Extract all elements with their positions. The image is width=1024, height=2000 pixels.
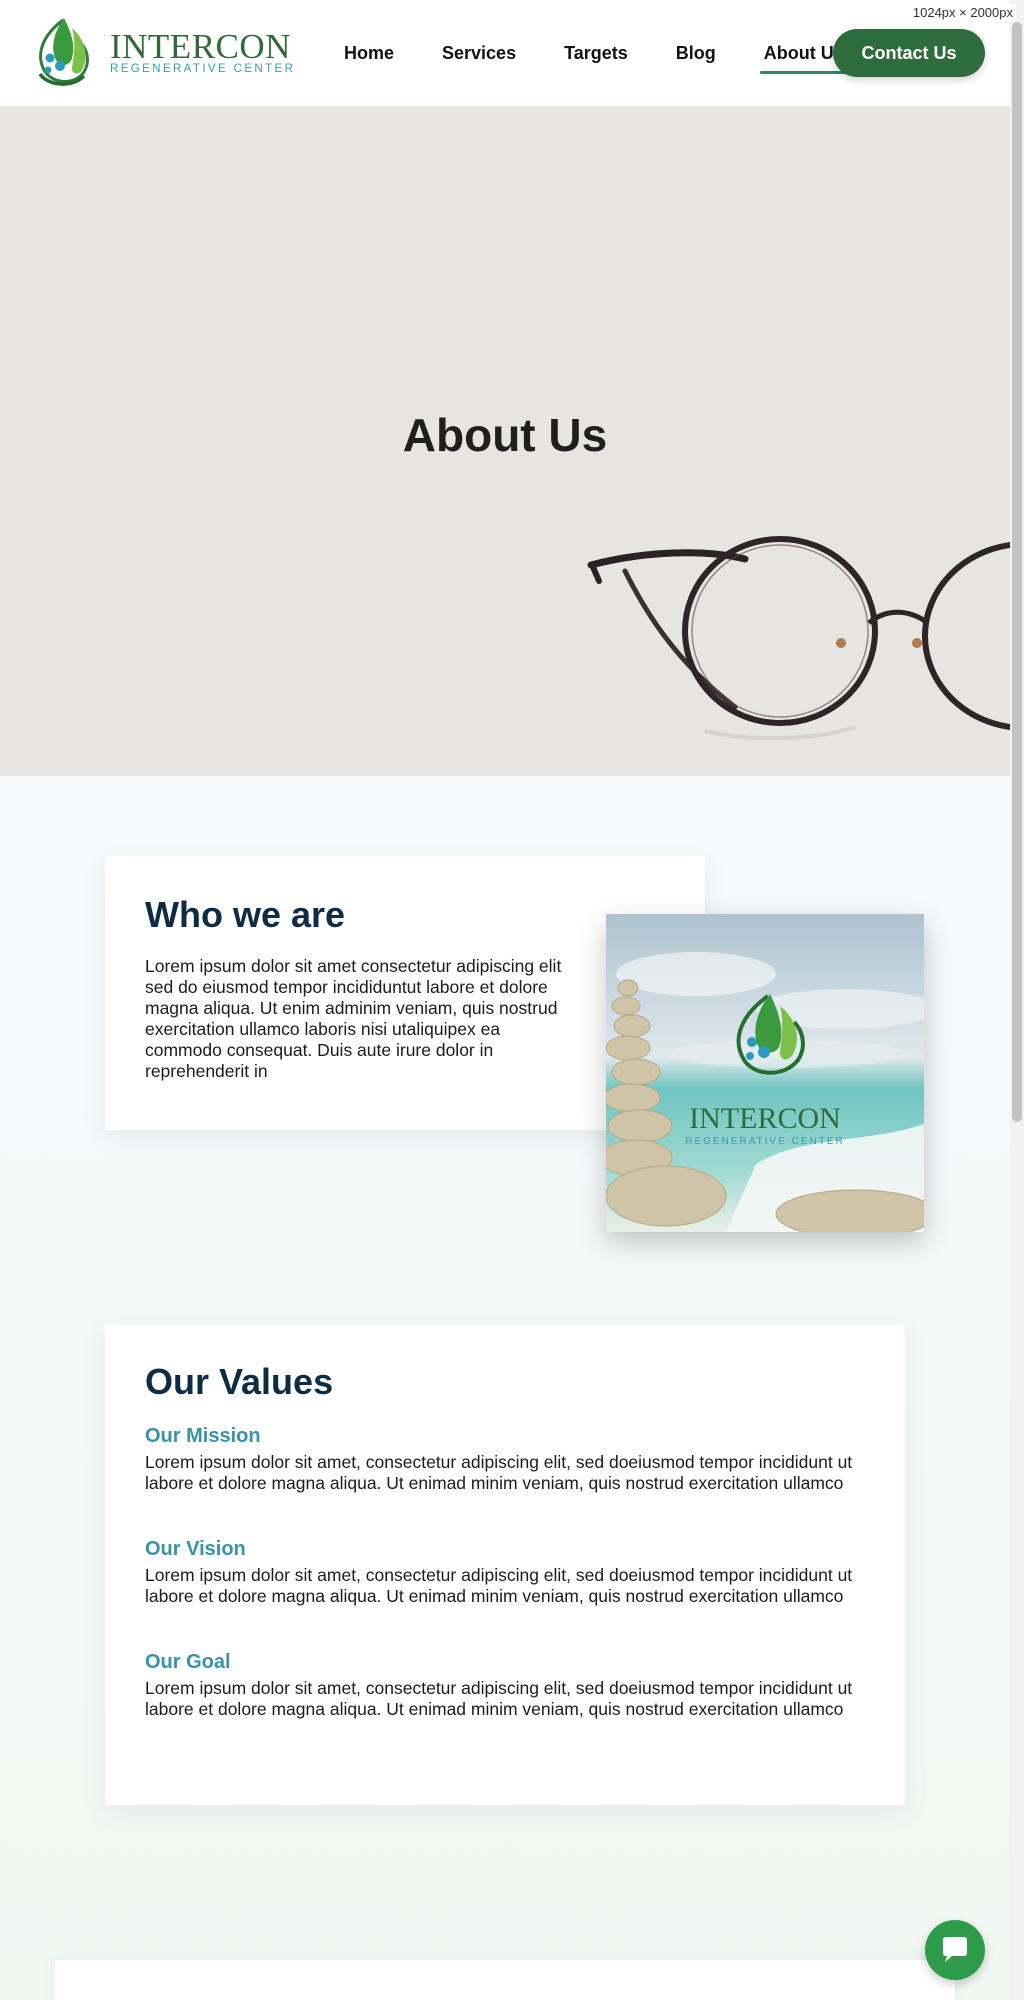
our-values-card: Our Values Our Mission Lorem ipsum dolor… <box>105 1325 905 1805</box>
site-header: INTERCON REGENERATIVE CENTER Home Servic… <box>0 0 1010 106</box>
vision-text: Lorem ipsum dolor sit amet, consectetur … <box>145 1565 853 1606</box>
mission-title: Our Mission <box>145 1425 261 1447</box>
contact-us-button[interactable]: Contact Us <box>833 29 985 77</box>
scrollbar-thumb[interactable] <box>1012 22 1022 1122</box>
mission-text: Lorem ipsum dolor sit amet, consectetur … <box>145 1452 853 1493</box>
goal-text: Lorem ipsum dolor sit amet, consectetur … <box>145 1678 853 1719</box>
value-item-goal: Our Goal Lorem ipsum dolor sit amet, con… <box>145 1651 885 1720</box>
nav-services[interactable]: Services <box>438 37 520 70</box>
brand-tagline: REGENERATIVE CENTER <box>110 63 296 75</box>
image-brand-name: INTERCON <box>689 1102 841 1135</box>
our-values-heading: Our Values <box>145 1361 334 1402</box>
next-section-card <box>55 1960 955 2000</box>
chat-bubble-icon <box>943 1937 967 1962</box>
nav-targets[interactable]: Targets <box>560 37 632 70</box>
nav-blog[interactable]: Blog <box>672 37 720 70</box>
vision-title: Our Vision <box>145 1538 246 1560</box>
image-brand-tagline: REGENERATIVE CENTER <box>685 1136 845 1147</box>
leaf-drop-logo-icon <box>38 18 89 86</box>
viewport-size-label: 1024px × 2000px <box>909 4 1016 21</box>
value-item-mission: Our Mission Lorem ipsum dolor sit amet, … <box>145 1425 885 1494</box>
eyeglasses-image <box>587 536 1010 741</box>
brand-name: INTERCON <box>110 27 291 66</box>
main-nav: Home Services Targets Blog About Us <box>340 0 888 106</box>
who-we-are-heading: Who we are <box>145 894 346 935</box>
page-title: About Us <box>402 409 608 461</box>
value-item-vision: Our Vision Lorem ipsum dolor sit amet, c… <box>145 1538 885 1607</box>
chat-button[interactable] <box>925 1920 985 1980</box>
intercon-beach-image: INTERCON REGENERATIVE CENTER <box>606 914 924 1232</box>
hero-banner: About Us <box>0 106 1010 776</box>
goal-title: Our Goal <box>145 1651 231 1673</box>
who-we-are-text: Lorem ipsum dolor sit amet consectetur a… <box>145 956 562 1081</box>
nav-home[interactable]: Home <box>340 37 398 70</box>
brand-logo[interactable]: INTERCON REGENERATIVE CENTER <box>30 14 295 90</box>
